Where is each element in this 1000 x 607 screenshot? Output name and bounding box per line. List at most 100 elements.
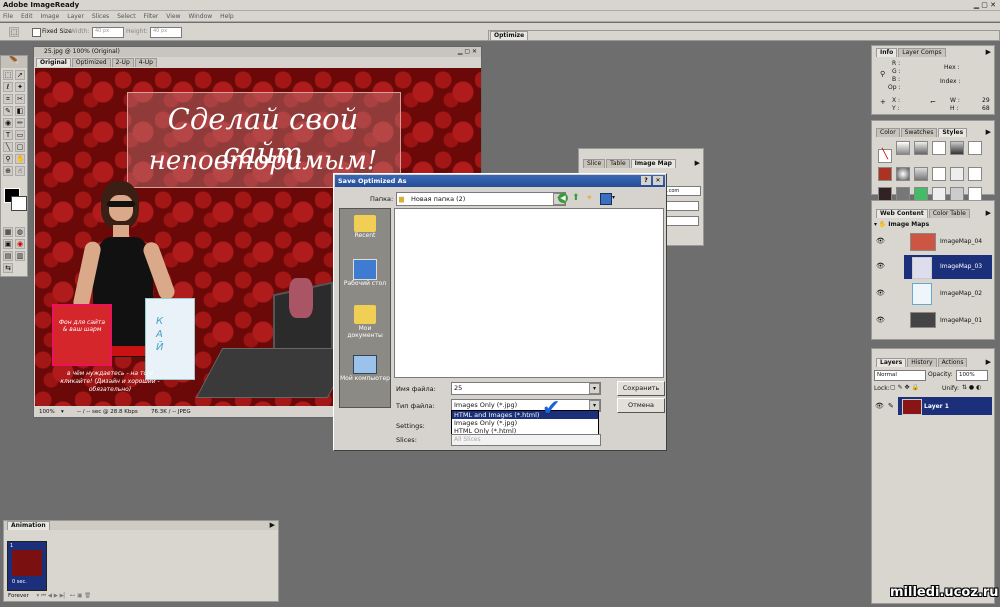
zoom-dropdown-icon[interactable]: ▾ xyxy=(61,407,64,417)
tab-original[interactable]: Original xyxy=(36,58,71,67)
toggle-slices-icon[interactable]: ▦ xyxy=(3,227,13,237)
download-time[interactable]: -- / -- sec @ 28.8 Kbps xyxy=(77,407,138,417)
place-desktop[interactable]: Рабочий стол xyxy=(340,259,390,299)
style-swatch[interactable] xyxy=(968,167,982,181)
marquee-option-icon[interactable]: ⬚ xyxy=(9,27,19,37)
slices-select[interactable]: All Slices xyxy=(451,434,601,446)
palette-menu-icon[interactable]: ▶ xyxy=(695,159,700,167)
style-swatch[interactable] xyxy=(878,187,892,201)
visibility-eye-icon[interactable]: 👁 xyxy=(876,237,885,245)
view-menu-icon[interactable] xyxy=(600,193,612,205)
frame-delay[interactable]: 0 sec. xyxy=(12,579,27,585)
slice-tool-icon[interactable]: ✂ xyxy=(15,94,25,104)
image-maps-group[interactable]: ▾ ✋ Image Maps xyxy=(874,220,992,229)
style-swatch[interactable] xyxy=(896,141,910,155)
tab-history[interactable]: History xyxy=(907,358,937,367)
visibility-eye-icon[interactable]: 👁 xyxy=(875,402,884,410)
chevron-down-icon[interactable]: ▾ xyxy=(589,383,600,394)
tab-info[interactable]: Info xyxy=(876,48,898,57)
menu-filter[interactable]: Filter xyxy=(144,13,159,20)
visibility-eye-icon[interactable]: 👁 xyxy=(876,289,885,297)
tab-slice[interactable]: Slice xyxy=(583,159,606,168)
palette-menu-icon[interactable]: ▶ xyxy=(986,48,991,56)
line-tool-icon[interactable]: ╲ xyxy=(3,142,13,152)
palette-menu-icon[interactable]: ▶ xyxy=(986,209,991,217)
image-map-icon[interactable]: ◍ xyxy=(15,227,25,237)
help-button[interactable]: ? xyxy=(641,176,651,185)
imagemap-row-04[interactable]: 👁 ImageMap_04 xyxy=(874,231,992,253)
type-tool-icon[interactable]: T xyxy=(3,130,13,140)
menu-edit[interactable]: Edit xyxy=(21,13,33,20)
new-folder-icon[interactable]: ✶ xyxy=(586,193,593,202)
palette-menu-icon[interactable]: ▶ xyxy=(270,521,275,530)
filetype-option[interactable]: Images Only (*.jpg) xyxy=(452,419,598,427)
tab-table[interactable]: Table xyxy=(606,159,630,168)
eyedropper-tool-icon[interactable]: ⚲ xyxy=(3,154,13,164)
tab-color-table[interactable]: Color Table xyxy=(928,209,970,218)
hand-tool-icon[interactable]: ✋ xyxy=(15,154,25,164)
loop-select[interactable]: Forever xyxy=(8,593,29,599)
folder-select[interactable]: ▆ Новая папка (2) ▾ xyxy=(396,192,566,206)
opacity-field[interactable]: 100% xyxy=(956,370,988,381)
style-swatch[interactable] xyxy=(950,141,964,155)
menu-slices[interactable]: Slices xyxy=(92,13,109,20)
marquee-tool-icon[interactable]: ⬚ xyxy=(3,70,13,80)
tab-actions[interactable]: Actions xyxy=(937,358,968,367)
save-button[interactable]: Сохранить xyxy=(617,381,665,396)
full-screen-icon[interactable]: ▥ xyxy=(15,251,25,261)
standard-mode-icon[interactable]: ▣ xyxy=(3,239,13,249)
menu-select[interactable]: Select xyxy=(117,13,136,20)
screen-mode-icon[interactable]: ▤ xyxy=(3,251,13,261)
animation-frame[interactable]: 1 0 sec. xyxy=(7,541,47,591)
width-field[interactable]: 40 px xyxy=(92,27,124,38)
filename-field[interactable]: 25 ▾ xyxy=(451,382,601,395)
cancel-button[interactable]: Отмена xyxy=(617,398,665,413)
rectangle-tool-icon[interactable]: ▭ xyxy=(15,130,25,140)
tab-animation[interactable]: Animation xyxy=(7,521,50,530)
move-tool-icon[interactable]: ➚ xyxy=(15,70,25,80)
tab-2up[interactable]: 2-Up xyxy=(111,58,134,67)
jump-to-photoshop-icon[interactable]: ⇆ xyxy=(3,263,13,273)
tab-web-content[interactable]: Web Content xyxy=(876,209,928,218)
menu-image[interactable]: Image xyxy=(41,13,60,20)
menu-layer[interactable]: Layer xyxy=(67,13,84,20)
unify-icons[interactable]: ⇅ ● ◐ xyxy=(962,384,981,391)
window-controls[interactable]: ▁ ▢ ✕ xyxy=(974,1,996,9)
visibility-eye-icon[interactable]: 👁 xyxy=(876,316,885,324)
tab-image-map[interactable]: Image Map xyxy=(630,159,676,168)
rollover-tool-icon[interactable]: ☝ xyxy=(15,166,25,176)
menu-help[interactable]: Help xyxy=(220,13,234,20)
shape-tool-icon[interactable]: ▢ xyxy=(15,142,25,152)
document-window-controls[interactable]: ▁ ▢ ✕ xyxy=(458,47,477,57)
style-swatch[interactable] xyxy=(914,141,928,155)
style-swatch[interactable] xyxy=(932,187,946,201)
imagemap-row-02[interactable]: 👁 ImageMap_02 xyxy=(874,281,992,305)
zoom-level[interactable]: 100% xyxy=(39,407,55,417)
file-list[interactable] xyxy=(394,208,664,378)
fixed-size-checkbox[interactable] xyxy=(32,28,41,37)
style-swatch[interactable] xyxy=(878,167,892,181)
fill-tool-icon[interactable]: ◉ xyxy=(3,118,13,128)
layer-row[interactable]: 👁 ✎ Layer 1 xyxy=(874,397,992,415)
magic-wand-icon[interactable]: ✦ xyxy=(15,82,25,92)
palette-menu-icon[interactable]: ▶ xyxy=(986,358,991,366)
filetype-option[interactable]: HTML and Images (*.html) xyxy=(452,411,598,419)
height-field[interactable]: 40 px xyxy=(150,27,182,38)
tab-color[interactable]: Color xyxy=(876,128,900,137)
style-swatch[interactable] xyxy=(896,187,910,201)
tab-styles[interactable]: Styles xyxy=(938,128,968,137)
place-my-computer[interactable]: Мой компьютер xyxy=(340,355,390,399)
view-menu-chevron-icon[interactable]: ▾ xyxy=(612,194,615,201)
back-icon[interactable]: ◀ xyxy=(558,193,568,203)
file-size[interactable]: 76.3K / -- JPEG xyxy=(151,407,191,417)
tab-layer-comps[interactable]: Layer Comps xyxy=(898,48,946,57)
pencil-tool-icon[interactable]: ✏ xyxy=(15,118,25,128)
tab-optimized[interactable]: Optimized xyxy=(71,58,111,67)
expand-arrow-icon[interactable]: ▾ ✋ xyxy=(874,221,888,228)
background-color-swatch[interactable] xyxy=(11,196,27,211)
style-swatch[interactable] xyxy=(950,187,964,201)
up-folder-icon[interactable]: ⬆ xyxy=(572,193,580,203)
style-swatch[interactable] xyxy=(914,167,928,181)
close-button[interactable]: ✕ xyxy=(653,176,663,185)
imagemap-row-01[interactable]: 👁 ImageMap_01 xyxy=(874,309,992,331)
